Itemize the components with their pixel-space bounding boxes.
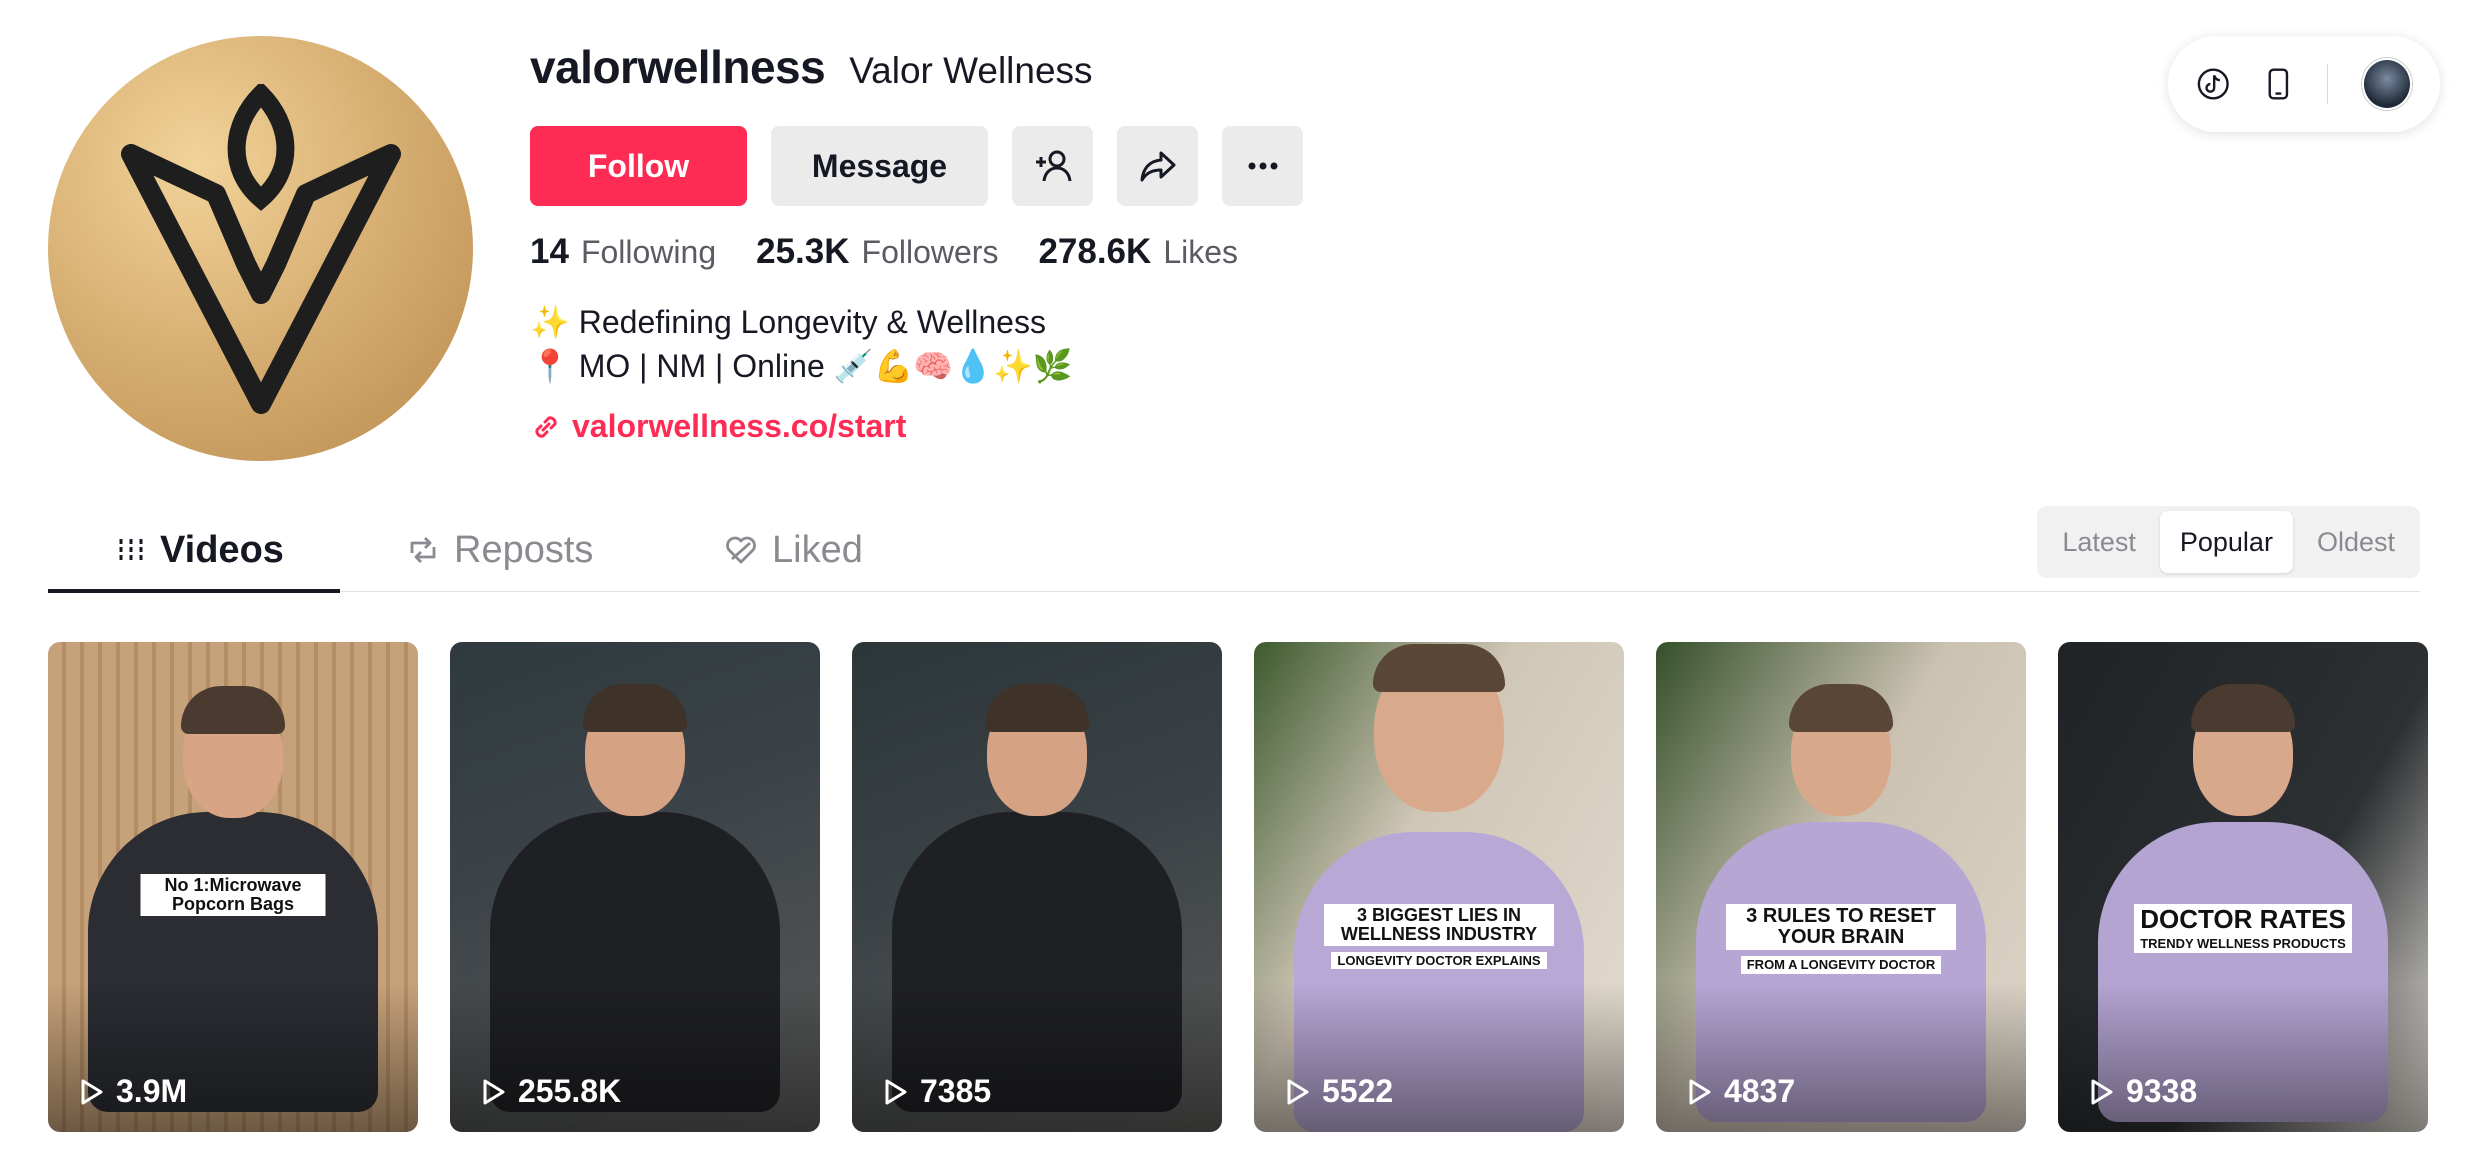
link-icon xyxy=(535,415,557,438)
play-icon xyxy=(1689,1079,1711,1104)
video-card[interactable]: 3 BIGGEST LIES IN WELLNESS INDUSTRY LONG… xyxy=(1254,642,1624,1132)
video-grid: No 1:Microwave Popcorn Bags 3.9M 255.8K … xyxy=(48,642,2428,1132)
following-stat[interactable]: 14 Following xyxy=(530,232,716,272)
view-count: 4837 xyxy=(1686,1073,1795,1110)
play-icon xyxy=(1287,1079,1309,1104)
valor-logo-icon xyxy=(120,83,401,414)
follow-button[interactable]: Follow xyxy=(530,126,747,206)
more-icon xyxy=(1248,162,1277,170)
play-icon xyxy=(81,1079,103,1104)
profile-link-text[interactable]: valorwellness.co/start xyxy=(572,408,906,445)
sort-segmented-control: Latest Popular Oldest xyxy=(2037,506,2420,578)
profile-stats: 14 Following 25.3K Followers 278.6K Likes xyxy=(530,232,1303,272)
video-caption: No 1:Microwave Popcorn Bags xyxy=(140,874,326,916)
view-count: 5522 xyxy=(1284,1073,1393,1110)
user-avatar[interactable] xyxy=(2362,58,2412,110)
video-caption: 3 RULES TO RESET YOUR BRAIN FROM A LONGE… xyxy=(1726,904,1956,974)
profile-link[interactable]: valorwellness.co/start xyxy=(530,408,1303,445)
play-icon xyxy=(483,1079,505,1104)
tab-liked[interactable]: Liked xyxy=(724,508,863,592)
play-icon xyxy=(885,1079,907,1104)
mobile-app-icon[interactable] xyxy=(2264,66,2293,102)
liked-heart-icon xyxy=(726,536,756,564)
tab-reposts[interactable]: Reposts xyxy=(406,508,593,592)
video-card[interactable]: 255.8K xyxy=(450,642,820,1132)
video-card[interactable]: 7385 xyxy=(852,642,1222,1132)
tiktok-icon[interactable] xyxy=(2196,66,2230,102)
grid-icon xyxy=(119,539,143,561)
more-options-button[interactable] xyxy=(1222,126,1303,206)
video-caption: DOCTOR RATES TRENDY WELLNESS PRODUCTS xyxy=(2123,904,2363,953)
tab-label: Videos xyxy=(160,528,284,571)
divider xyxy=(2327,64,2329,104)
bio-line: ✨ Redefining Longevity & Wellness xyxy=(530,304,1046,340)
video-card[interactable]: 3 RULES TO RESET YOUR BRAIN FROM A LONGE… xyxy=(1656,642,2026,1132)
suggested-accounts-button[interactable] xyxy=(1012,126,1093,206)
bio: ✨ Redefining Longevity & Wellness 📍 MO |… xyxy=(530,300,1303,388)
likes-stat: 278.6K Likes xyxy=(1038,232,1239,271)
profile-info: valorwellness Valor Wellness Follow Mess… xyxy=(530,40,1303,445)
share-button[interactable] xyxy=(1117,126,1198,206)
tab-label: Reposts xyxy=(454,528,594,571)
username: valorwellness xyxy=(530,41,826,93)
active-tab-indicator xyxy=(48,589,340,593)
tab-label: Liked xyxy=(772,528,863,571)
sort-oldest[interactable]: Oldest xyxy=(2297,511,2415,573)
add-friend-icon xyxy=(1035,150,1071,182)
video-card[interactable]: No 1:Microwave Popcorn Bags 3.9M xyxy=(48,642,418,1132)
bio-line: 📍 MO | NM | Online 💉💪🧠💧✨🌿 xyxy=(530,348,1073,384)
sort-latest[interactable]: Latest xyxy=(2042,511,2156,573)
video-caption: 3 BIGGEST LIES IN WELLNESS INDUSTRY LONG… xyxy=(1324,904,1554,970)
top-right-toolbar xyxy=(2168,36,2440,132)
view-count: 3.9M xyxy=(78,1073,187,1110)
repost-icon xyxy=(410,537,436,563)
view-count: 255.8K xyxy=(480,1073,621,1110)
view-count: 7385 xyxy=(882,1073,991,1110)
profile-avatar[interactable] xyxy=(48,36,473,461)
view-count: 9338 xyxy=(2088,1073,2197,1110)
sort-popular[interactable]: Popular xyxy=(2159,511,2293,573)
tab-videos[interactable]: Videos xyxy=(116,508,284,592)
play-icon xyxy=(2091,1079,2113,1104)
followers-stat[interactable]: 25.3K Followers xyxy=(756,232,998,272)
display-name: Valor Wellness xyxy=(849,50,1093,91)
video-card[interactable]: DOCTOR RATES TRENDY WELLNESS PRODUCTS 93… xyxy=(2058,642,2428,1132)
message-button[interactable]: Message xyxy=(771,126,988,206)
share-icon xyxy=(1140,151,1175,182)
